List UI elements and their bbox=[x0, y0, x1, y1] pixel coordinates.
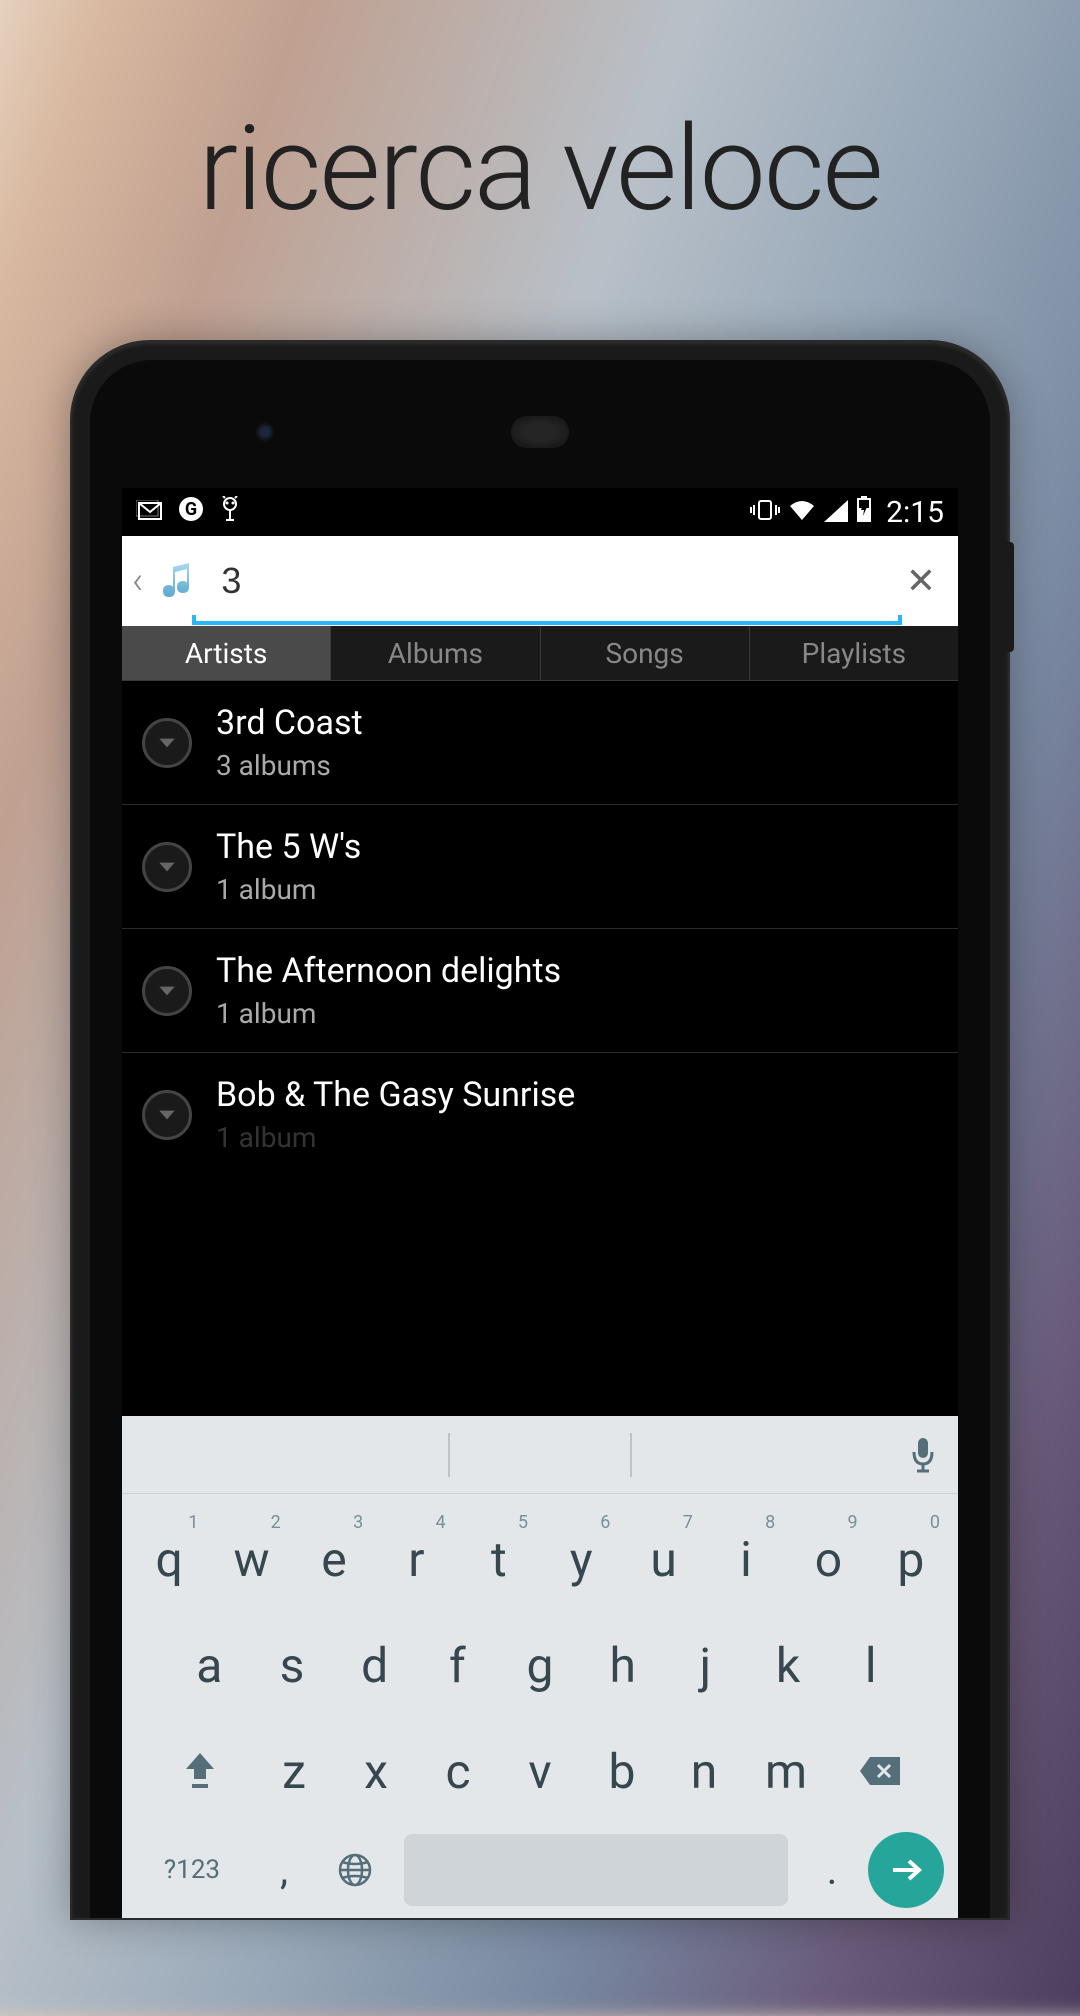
results-list: 3rd Coast 3 albums The 5 W's 1 album The… bbox=[122, 681, 958, 1162]
key-v[interactable]: v bbox=[499, 1718, 581, 1824]
key-k[interactable]: k bbox=[747, 1612, 830, 1718]
keyboard-row-3: zxcvbnm bbox=[128, 1718, 952, 1824]
result-title: The Afternoon delights bbox=[216, 951, 938, 991]
keyboard-row-2: asdfghjkl bbox=[128, 1612, 952, 1718]
search-input[interactable] bbox=[209, 560, 896, 602]
power-button bbox=[1006, 542, 1014, 652]
expand-icon[interactable] bbox=[142, 1090, 192, 1140]
key-e[interactable]: 3e bbox=[293, 1506, 375, 1612]
tab-label: Songs bbox=[606, 637, 684, 670]
key-d[interactable]: d bbox=[333, 1612, 416, 1718]
headline-text: ricerca veloce bbox=[0, 100, 1080, 238]
key-w[interactable]: 2w bbox=[210, 1506, 292, 1612]
key-a[interactable]: a bbox=[168, 1612, 251, 1718]
symbols-key[interactable]: ?123 bbox=[136, 1855, 248, 1885]
key-q[interactable]: 1q bbox=[128, 1506, 210, 1612]
keyboard-row-1: 1q2w3e4r5t6y7u8i9o0p bbox=[128, 1506, 952, 1612]
tab-songs[interactable]: Songs bbox=[541, 626, 750, 680]
battery-icon bbox=[856, 496, 872, 529]
key-h[interactable]: h bbox=[581, 1612, 664, 1718]
keyboard: 1q2w3e4r5t6y7u8i9o0p asdfghjkl zxcvbnm ?… bbox=[122, 1416, 958, 1918]
list-item[interactable]: The 5 W's 1 album bbox=[122, 805, 958, 929]
key-c[interactable]: c bbox=[417, 1718, 499, 1824]
result-subtitle: 1 album bbox=[216, 1121, 938, 1154]
result-subtitle: 3 albums bbox=[216, 749, 938, 782]
key-z[interactable]: z bbox=[253, 1718, 335, 1824]
tab-albums[interactable]: Albums bbox=[331, 626, 540, 680]
key-s[interactable]: s bbox=[251, 1612, 334, 1718]
shift-key[interactable] bbox=[147, 1718, 253, 1824]
key-b[interactable]: b bbox=[581, 1718, 663, 1824]
result-subtitle: 1 album bbox=[216, 873, 938, 906]
search-bar: ‹ ✕ bbox=[122, 536, 958, 626]
key-l[interactable]: l bbox=[829, 1612, 912, 1718]
keyboard-suggestion-bar bbox=[122, 1416, 958, 1494]
key-n[interactable]: n bbox=[663, 1718, 745, 1824]
android-icon bbox=[218, 496, 242, 529]
tab-label: Playlists bbox=[802, 637, 906, 670]
svg-text:G: G bbox=[185, 499, 197, 520]
tab-label: Artists bbox=[185, 637, 267, 670]
clear-icon[interactable]: ✕ bbox=[896, 560, 946, 602]
key-j[interactable]: j bbox=[664, 1612, 747, 1718]
search-underline bbox=[192, 621, 902, 625]
phone-frame: G bbox=[70, 340, 1010, 1920]
result-title: The 5 W's bbox=[216, 827, 938, 867]
expand-icon[interactable] bbox=[142, 966, 192, 1016]
tabs-bar: Artists Albums Songs Playlists bbox=[122, 626, 958, 681]
space-key[interactable] bbox=[404, 1834, 788, 1906]
key-o[interactable]: 9o bbox=[787, 1506, 869, 1612]
mail-icon bbox=[136, 496, 164, 529]
key-t[interactable]: 5t bbox=[458, 1506, 540, 1612]
expand-icon[interactable] bbox=[142, 842, 192, 892]
status-time: 2:15 bbox=[886, 495, 944, 530]
key-g[interactable]: g bbox=[499, 1612, 582, 1718]
music-note-icon bbox=[159, 561, 199, 601]
result-title: Bob & The Gasy Sunrise bbox=[216, 1075, 938, 1115]
list-item[interactable]: Bob & The Gasy Sunrise 1 album bbox=[122, 1053, 958, 1162]
tab-playlists[interactable]: Playlists bbox=[750, 626, 958, 680]
phone-screen: G bbox=[122, 488, 958, 1918]
phone-camera bbox=[255, 422, 275, 442]
list-item[interactable]: 3rd Coast 3 albums bbox=[122, 681, 958, 805]
tab-label: Albums bbox=[388, 637, 483, 670]
tab-artists[interactable]: Artists bbox=[122, 626, 331, 680]
list-item[interactable]: The Afternoon delights 1 album bbox=[122, 929, 958, 1053]
key-x[interactable]: x bbox=[335, 1718, 417, 1824]
expand-icon[interactable] bbox=[142, 718, 192, 768]
key-m[interactable]: m bbox=[745, 1718, 827, 1824]
backspace-key[interactable] bbox=[827, 1718, 933, 1824]
key-r[interactable]: 4r bbox=[375, 1506, 457, 1612]
key-i[interactable]: 8i bbox=[705, 1506, 787, 1612]
phone-speaker bbox=[511, 416, 569, 448]
period-key[interactable]: . bbox=[802, 1847, 862, 1894]
result-subtitle: 1 album bbox=[216, 997, 938, 1030]
enter-key[interactable] bbox=[868, 1832, 944, 1908]
key-y[interactable]: 6y bbox=[540, 1506, 622, 1612]
back-icon[interactable]: ‹ bbox=[130, 559, 149, 603]
key-u[interactable]: 7u bbox=[622, 1506, 704, 1612]
result-title: 3rd Coast bbox=[216, 703, 938, 743]
key-p[interactable]: 0p bbox=[870, 1506, 952, 1612]
key-f[interactable]: f bbox=[416, 1612, 499, 1718]
status-bar: G bbox=[122, 488, 958, 536]
google-icon: G bbox=[178, 496, 204, 529]
wifi-icon bbox=[788, 496, 816, 529]
keyboard-row-4: ?123 , . bbox=[128, 1824, 952, 1908]
microphone-icon[interactable] bbox=[908, 1436, 938, 1474]
vibrate-icon bbox=[750, 496, 780, 529]
comma-key[interactable]: , bbox=[254, 1847, 314, 1894]
globe-key[interactable] bbox=[320, 1852, 390, 1888]
signal-icon bbox=[824, 496, 848, 529]
